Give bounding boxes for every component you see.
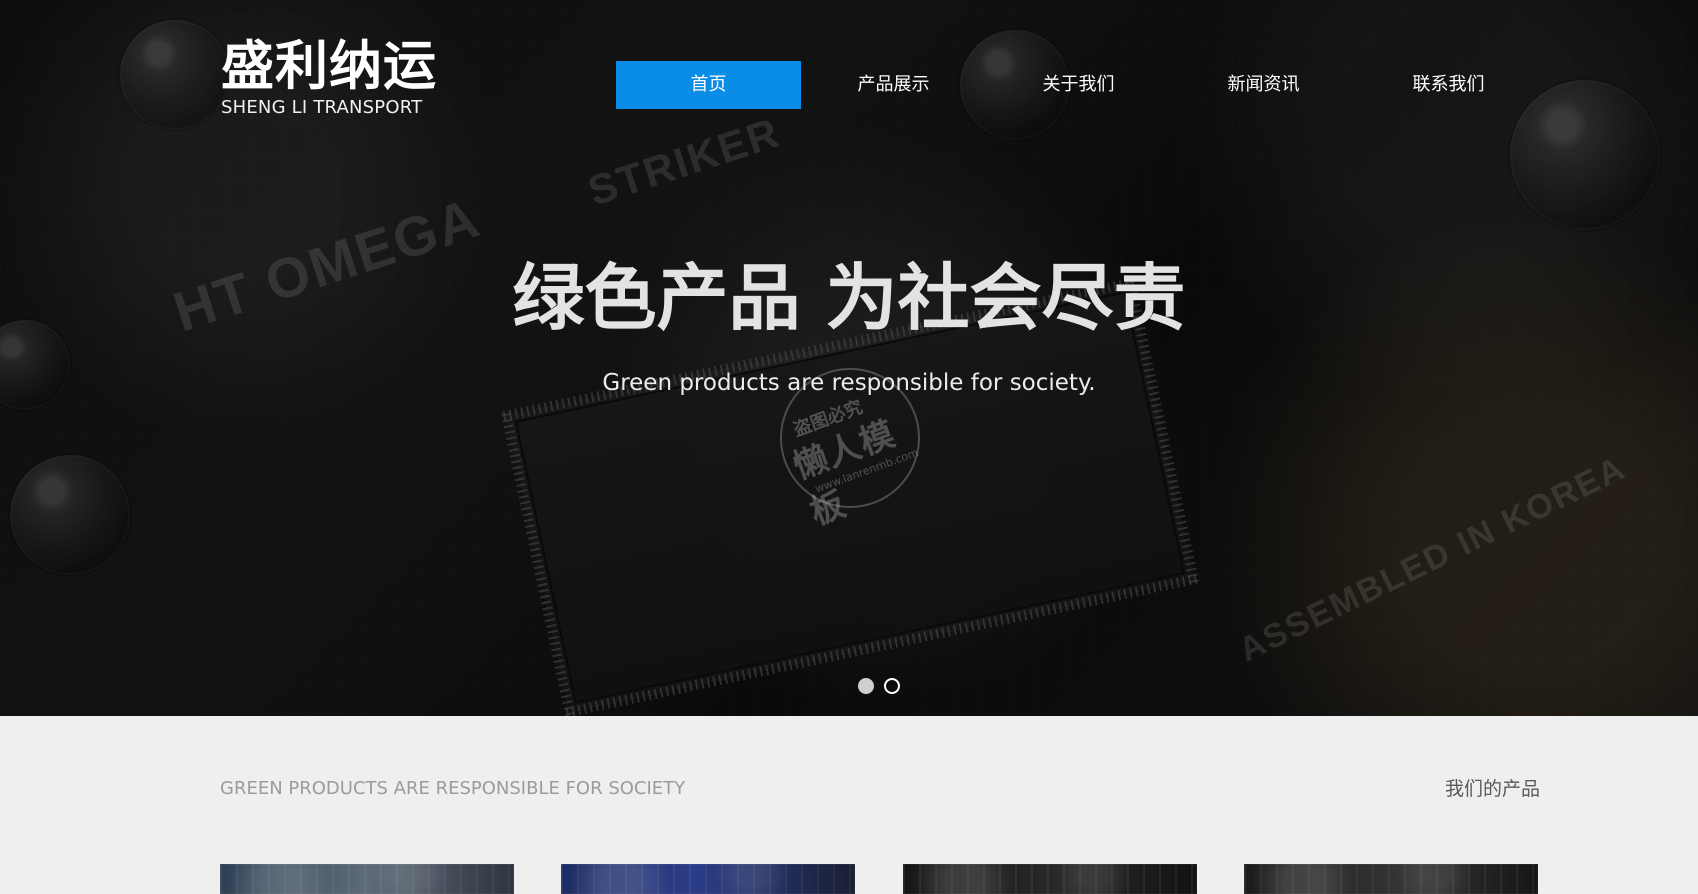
section-right-heading: 我们的产品	[1444, 778, 1540, 800]
carousel-dot-1[interactable]	[858, 678, 874, 694]
brand-name-en: SHENG LI TRANSPORT	[221, 97, 423, 118]
brand-logo[interactable]: 盛利纳运 SHENG LI TRANSPORT	[221, 39, 437, 117]
product-card[interactable]	[561, 864, 855, 894]
nav-about[interactable]: 关于我们	[986, 61, 1171, 109]
section-left-heading: GREEN PRODUCTS ARE RESPONSIBLE FOR SOCIE…	[220, 778, 686, 799]
hero-title: 绿色产品 为社会尽责	[512, 256, 1186, 340]
hero-banner: HT OMEGA STRIKER ASSEMBLED IN KOREA 盛利纳运…	[0, 0, 1698, 716]
product-card[interactable]	[1244, 864, 1538, 894]
product-card[interactable]	[220, 864, 514, 894]
nav-home[interactable]: 首页	[616, 61, 801, 109]
product-strip	[220, 864, 1540, 894]
nav-products[interactable]: 产品展示	[801, 61, 986, 109]
carousel-dot-2[interactable]	[884, 678, 900, 694]
nav-news[interactable]: 新闻资讯	[1171, 61, 1356, 109]
products-section: GREEN PRODUCTS ARE RESPONSIBLE FOR SOCIE…	[0, 716, 1698, 894]
hero-subtitle: Green products are responsible for socie…	[602, 370, 1096, 396]
top-navigation: 首页 产品展示 关于我们 新闻资讯 联系我们	[616, 61, 1541, 109]
product-card[interactable]	[903, 864, 1197, 894]
nav-contact[interactable]: 联系我们	[1356, 61, 1541, 109]
brand-name-cn: 盛利纳运	[221, 36, 437, 97]
carousel-dots	[858, 678, 900, 694]
